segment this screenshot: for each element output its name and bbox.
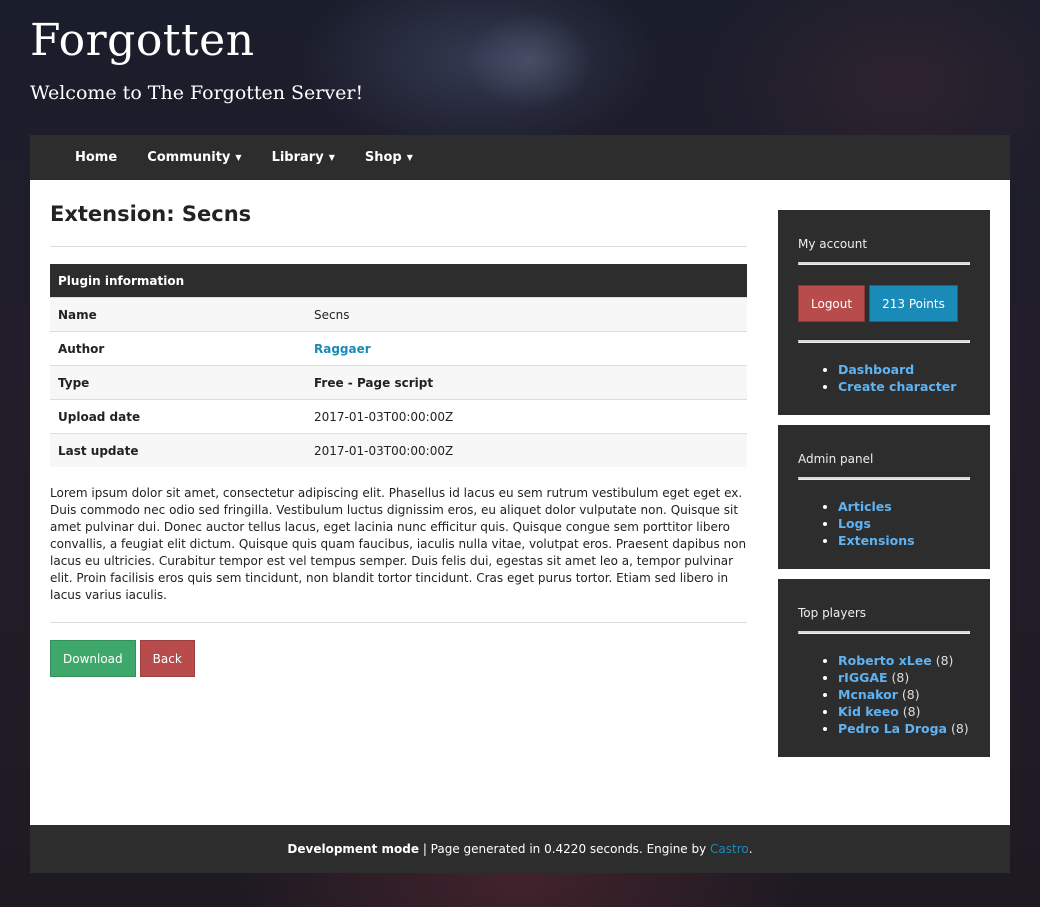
row-value: Free - Page script bbox=[306, 365, 747, 400]
player-link[interactable]: Pedro La Droga bbox=[838, 721, 947, 736]
site-brand: Forgotten Welcome to The Forgotten Serve… bbox=[30, 14, 363, 104]
logout-button[interactable]: Logout bbox=[798, 285, 866, 322]
top-players-panel: Top players Roberto xLee (8) rIGGAE (8) … bbox=[778, 579, 990, 757]
caret-down-icon: ▼ bbox=[328, 153, 335, 162]
row-label: Upload date bbox=[50, 399, 306, 434]
nav-item-label: Home bbox=[75, 150, 118, 165]
panel-title: Top players bbox=[798, 606, 867, 620]
logs-link[interactable]: Logs bbox=[838, 516, 871, 531]
player-count: (8) bbox=[891, 670, 910, 685]
table-row: Last update 2017-01-03T00:00:00Z bbox=[50, 433, 747, 467]
points-button[interactable]: 213 Points bbox=[869, 285, 958, 322]
row-value: Raggaer bbox=[306, 331, 747, 366]
nav-item-label: Community bbox=[147, 150, 231, 165]
list-item: Roberto xLee (8) bbox=[838, 652, 970, 669]
list-item: Mcnakor (8) bbox=[838, 686, 970, 703]
table-row: Name Secns bbox=[50, 297, 747, 332]
panel-title: My account bbox=[798, 237, 868, 251]
player-count: (8) bbox=[901, 687, 920, 702]
row-value: 2017-01-03T00:00:00Z bbox=[306, 399, 747, 434]
main-content: Extension: Secns Plugin information Name… bbox=[50, 180, 747, 677]
list-item: Kid keeo (8) bbox=[838, 703, 970, 720]
title-divider bbox=[50, 246, 747, 247]
articles-link[interactable]: Articles bbox=[838, 499, 892, 514]
row-value: Secns bbox=[306, 297, 747, 332]
player-link[interactable]: Kid keeo bbox=[838, 704, 899, 719]
row-label: Name bbox=[50, 297, 306, 332]
row-label: Author bbox=[50, 331, 306, 366]
author-link[interactable]: Raggaer bbox=[314, 342, 371, 356]
table-row: Type Free - Page script bbox=[50, 365, 747, 400]
table-row: Upload date 2017-01-03T00:00:00Z bbox=[50, 399, 747, 434]
table-header-row: Plugin information bbox=[50, 264, 747, 298]
player-link[interactable]: rIGGAE bbox=[838, 670, 888, 685]
table-header: Plugin information bbox=[50, 264, 747, 298]
admin-panel: Admin panel Articles Logs Extensions bbox=[778, 425, 990, 569]
footer-text: | Page generated in 0.4220 seconds. Engi… bbox=[419, 842, 711, 856]
nav-item-home[interactable]: Home bbox=[60, 150, 132, 165]
footer: Development mode | Page generated in 0.4… bbox=[30, 825, 1010, 873]
site-tagline: Welcome to The Forgotten Server! bbox=[30, 82, 364, 104]
list-item: Logs bbox=[838, 515, 970, 532]
nav-item-label: Shop bbox=[364, 150, 402, 165]
action-buttons: Download Back bbox=[50, 640, 747, 677]
plugin-description: Lorem ipsum dolor sit amet, consectetur … bbox=[50, 486, 747, 602]
engine-link[interactable]: Castro bbox=[710, 842, 749, 856]
player-count: (8) bbox=[950, 721, 969, 736]
nav-item-label: Library bbox=[271, 150, 324, 165]
nav-item-library[interactable]: Library ▼ bbox=[257, 150, 350, 165]
footer-end: . bbox=[748, 842, 753, 856]
row-value: 2017-01-03T00:00:00Z bbox=[306, 433, 747, 467]
back-button[interactable]: Back bbox=[139, 640, 195, 677]
header-background-figure bbox=[420, 0, 640, 135]
player-count: (8) bbox=[935, 653, 954, 668]
list-item: rIGGAE (8) bbox=[838, 669, 970, 686]
page-container: Home Community ▼ Library ▼ Shop ▼ Extens… bbox=[30, 135, 1010, 873]
download-button[interactable]: Download bbox=[50, 640, 136, 677]
create-character-link[interactable]: Create character bbox=[838, 379, 956, 394]
extensions-link[interactable]: Extensions bbox=[838, 533, 915, 548]
page-title: Extension: Secns bbox=[50, 202, 252, 226]
list-item: Create character bbox=[838, 378, 970, 395]
admin-links: Articles Logs Extensions bbox=[798, 480, 970, 569]
player-link[interactable]: Mcnakor bbox=[838, 687, 898, 702]
player-count: (8) bbox=[902, 704, 921, 719]
list-item: Extensions bbox=[838, 532, 970, 549]
site-title[interactable]: Forgotten bbox=[30, 14, 363, 68]
navbar: Home Community ▼ Library ▼ Shop ▼ bbox=[30, 135, 1010, 180]
nav-item-shop[interactable]: Shop ▼ bbox=[350, 150, 428, 165]
dashboard-link[interactable]: Dashboard bbox=[838, 362, 914, 377]
list-item: Pedro La Droga (8) bbox=[838, 720, 970, 737]
list-item: Articles bbox=[838, 498, 970, 515]
account-buttons: Logout 213 Points bbox=[798, 265, 970, 340]
caret-down-icon: ▼ bbox=[235, 153, 242, 162]
row-label: Type bbox=[50, 365, 306, 400]
nav-item-community[interactable]: Community ▼ bbox=[132, 150, 256, 165]
content-divider bbox=[50, 622, 747, 623]
top-players-list: Roberto xLee (8) rIGGAE (8) Mcnakor (8) … bbox=[798, 634, 970, 757]
account-links: Dashboard Create character bbox=[798, 343, 970, 415]
table-row: Author Raggaer bbox=[50, 331, 747, 366]
footer-mode: Development mode bbox=[287, 842, 419, 856]
plugin-info-table: Plugin information Name Secns Author Rag… bbox=[50, 264, 747, 467]
list-item: Dashboard bbox=[838, 361, 970, 378]
panel-title: Admin panel bbox=[798, 452, 874, 466]
row-label: Last update bbox=[50, 433, 306, 467]
caret-down-icon: ▼ bbox=[406, 153, 413, 162]
sidebar: My account Logout 213 Points Dashboard C… bbox=[778, 210, 990, 767]
player-link[interactable]: Roberto xLee bbox=[838, 653, 932, 668]
account-panel: My account Logout 213 Points Dashboard C… bbox=[778, 210, 990, 415]
